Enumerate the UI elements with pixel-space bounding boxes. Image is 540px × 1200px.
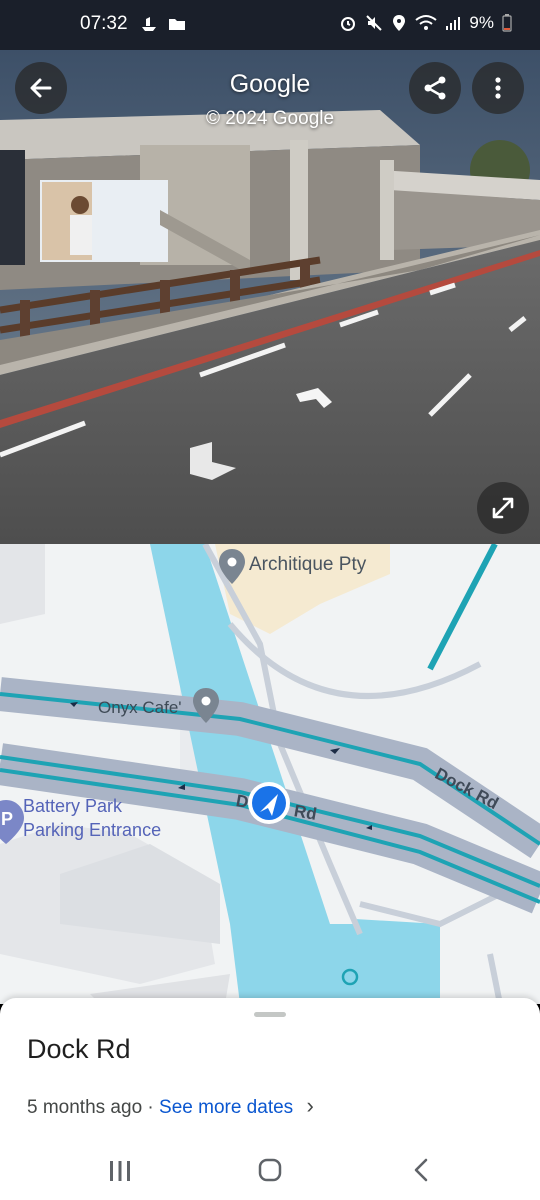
label-onyx-cafe[interactable]: Onyx Cafe' [98, 698, 182, 718]
boat-icon [142, 17, 156, 31]
street-view-copyright: © 2024 Google [205, 108, 335, 129]
expand-icon [492, 497, 514, 519]
alarm-icon [341, 17, 356, 31]
imagery-age: 5 months ago [27, 1097, 143, 1118]
label-battery-park-2[interactable]: Parking Entrance [23, 820, 161, 841]
current-location-marker[interactable] [248, 782, 290, 824]
svg-text:P: P [1, 809, 13, 829]
label-battery-park-1[interactable]: Battery Park [23, 796, 122, 817]
expand-button[interactable] [477, 482, 529, 534]
system-nav-bar [0, 1142, 540, 1200]
street-view-panorama[interactable]: Google © 2024 Google [0, 50, 540, 544]
status-right: 9% [339, 13, 512, 33]
mute-icon [366, 15, 383, 31]
more-options-button[interactable] [472, 62, 524, 114]
see-more-dates-link[interactable]: See more dates [159, 1097, 293, 1118]
back-nav-icon[interactable] [412, 1158, 430, 1182]
status-time: 07:32 [80, 13, 128, 34]
imagery-date-row: 5 months ago · See more dates › [27, 1093, 314, 1119]
more-vert-icon [495, 77, 501, 99]
home-icon[interactable] [258, 1158, 282, 1182]
battery-percent: 9% [469, 13, 494, 32]
place-title: Dock Rd [27, 1034, 131, 1064]
share-icon [424, 76, 446, 100]
map-view[interactable]: P Architique Pty Onyx Cafe' Battery Park… [0, 544, 540, 1004]
folder-icon [169, 19, 185, 30]
label-dock-rd-center-right: Rd [292, 801, 319, 824]
share-button[interactable] [409, 62, 461, 114]
signal-icon [446, 17, 461, 30]
location-icon [393, 15, 406, 31]
recents-icon[interactable] [108, 1160, 132, 1182]
status-bar: 07:32 9% [0, 0, 540, 50]
wifi-icon [415, 15, 438, 30]
meta-separator: · [147, 1097, 154, 1118]
status-left-icons [140, 15, 186, 33]
chevron-right-icon[interactable]: › [306, 1093, 313, 1118]
sheet-drag-handle[interactable] [254, 1012, 286, 1017]
battery-icon [502, 14, 512, 32]
label-architique[interactable]: Architique Pty [249, 554, 366, 576]
